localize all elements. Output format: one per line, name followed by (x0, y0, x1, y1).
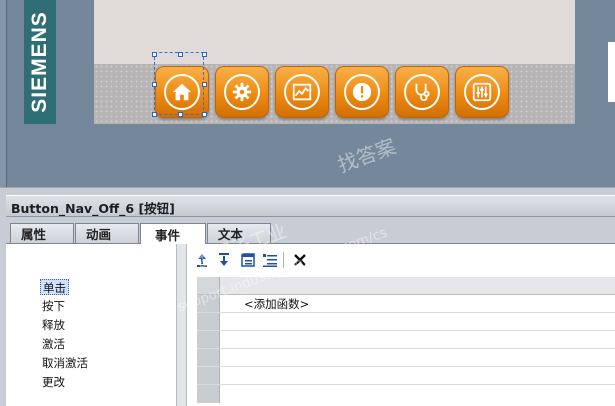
nav-button-alarm[interactable] (335, 66, 389, 118)
empty-row (197, 331, 615, 349)
resize-handle-top[interactable] (178, 52, 183, 57)
nav-button-diagnostics[interactable] (395, 66, 449, 118)
empty-row (197, 367, 615, 385)
collapse-all-icon (263, 254, 277, 267)
tab-animation-label: 动画 (86, 227, 112, 242)
nav-button-home[interactable] (155, 66, 209, 118)
tab-animation[interactable]: 动画 (75, 223, 139, 243)
function-list-toolbar (192, 250, 332, 270)
collapse-all-button[interactable] (260, 250, 280, 270)
toolbar-separator (283, 252, 284, 268)
screen-canvas[interactable]: SIEMENS (0, 0, 615, 187)
nav-button-settings[interactable] (215, 66, 269, 118)
trend-chart-icon (292, 83, 312, 101)
event-list: 单击 按下 释放 激活 取消激活 更改 (6, 244, 177, 406)
tab-texts-label: 文本 (218, 227, 244, 242)
brand-logo-text: SIEMENS (28, 11, 51, 113)
event-item-change[interactable]: 更改 (40, 374, 67, 390)
events-content: 单击 按下 释放 激活 取消激活 更改 <添加函数> (6, 244, 615, 406)
alarm-warning-icon (352, 82, 372, 102)
grid-header-row (197, 277, 615, 295)
resize-handle-bottom[interactable] (178, 112, 183, 117)
function-list-grid: <添加函数> (197, 277, 615, 406)
expand-all-button[interactable] (238, 250, 258, 270)
canvas-right-edge (608, 42, 615, 102)
resize-handle-right[interactable] (202, 82, 207, 87)
event-item-activate[interactable]: 激活 (40, 336, 67, 352)
resize-handle-br[interactable] (202, 112, 207, 117)
inspector-tabs: 属性 动画 事件 文本 (6, 223, 615, 244)
stethoscope-icon (415, 83, 430, 102)
inspector-title: Button_Nav_Off_6 [按钮] (11, 201, 175, 216)
sliders-icon (472, 82, 492, 102)
function-row[interactable]: <添加函数> (197, 295, 615, 313)
empty-row (197, 385, 615, 403)
row-header-cell (197, 277, 220, 294)
canvas-left-edge (0, 0, 7, 187)
tab-properties[interactable]: 属性 (10, 223, 74, 243)
home-icon (172, 83, 192, 101)
nav-button-trend[interactable] (275, 66, 329, 118)
empty-row (197, 349, 615, 367)
delete-button[interactable] (290, 250, 310, 270)
hmi-screen-area[interactable] (94, 0, 575, 124)
tab-properties-label: 属性 (21, 227, 47, 242)
move-down-button[interactable] (214, 250, 234, 270)
tab-texts[interactable]: 文本 (207, 223, 271, 243)
row-header-cell (197, 313, 220, 330)
resize-handle-left[interactable] (152, 82, 157, 87)
event-item-click[interactable]: 单击 (40, 279, 69, 295)
resize-handle-bl[interactable] (152, 112, 157, 117)
event-item-release[interactable]: 释放 (40, 317, 67, 333)
row-header-cell (197, 331, 220, 348)
row-header-cell (197, 385, 220, 403)
inspector-panel: Button_Nav_Off_6 [按钮] 属性 动画 事件 文本 单击 按下 … (0, 187, 615, 406)
row-header-cell (197, 367, 220, 384)
nav-button-controls[interactable] (455, 66, 509, 118)
navigation-bar (94, 64, 575, 124)
inspector-title-bar: Button_Nav_Off_6 [按钮] (6, 195, 615, 217)
add-function-placeholder[interactable]: <添加函数> (244, 296, 309, 312)
gear-icon (232, 82, 252, 102)
event-item-press[interactable]: 按下 (40, 298, 67, 314)
move-down-icon (219, 253, 229, 266)
brand-logo-strip[interactable]: SIEMENS (24, 0, 56, 124)
tab-events-label: 事件 (155, 227, 181, 243)
row-header-cell (197, 295, 220, 312)
delete-x-icon (294, 254, 306, 266)
empty-row (197, 313, 615, 331)
expand-all-icon (241, 253, 255, 267)
tab-events[interactable]: 事件 (140, 223, 206, 244)
resize-handle-tr[interactable] (202, 52, 207, 57)
move-up-icon (197, 254, 207, 267)
panel-splitter[interactable] (177, 244, 187, 406)
resize-handle-tl[interactable] (152, 52, 157, 57)
move-up-button[interactable] (192, 250, 212, 270)
event-item-deactivate[interactable]: 取消激活 (40, 355, 90, 371)
row-header-cell (197, 349, 220, 366)
